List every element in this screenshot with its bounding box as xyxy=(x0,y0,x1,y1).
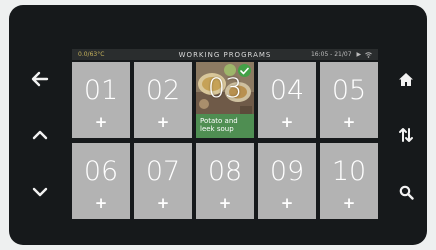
sort-button[interactable] xyxy=(389,118,423,152)
add-program-icon: + xyxy=(342,113,356,131)
sort-arrows-icon xyxy=(399,128,413,142)
program-number: 10 xyxy=(331,156,367,187)
back-button[interactable] xyxy=(23,62,57,96)
add-program-icon: + xyxy=(342,194,356,212)
program-tile-04[interactable]: 04 + xyxy=(258,62,316,138)
search-icon xyxy=(399,185,414,200)
scroll-up-button[interactable] xyxy=(23,118,57,152)
add-program-icon: + xyxy=(280,113,294,131)
program-grid: 01 + 02 + 03 Potato and leek soup 04 + 0… xyxy=(72,62,378,219)
status-bar: 0.0/63°C WORKING PROGRAMS 16:05 - 21/07 … xyxy=(72,49,378,60)
program-number: 06 xyxy=(83,156,119,187)
add-program-icon: + xyxy=(218,194,232,212)
status-right-group: 16:05 - 21/07 ▶ xyxy=(311,51,372,58)
program-tile-01[interactable]: 01 + xyxy=(72,62,130,138)
program-tile-07[interactable]: 07 + xyxy=(134,143,192,219)
program-number: 03 xyxy=(207,73,243,104)
arrow-left-icon xyxy=(31,71,49,87)
program-tile-02[interactable]: 02 + xyxy=(134,62,192,138)
datetime-readout: 16:05 - 21/07 xyxy=(310,51,352,58)
program-number: 01 xyxy=(83,75,119,106)
program-tile-08[interactable]: 08 + xyxy=(196,143,254,219)
add-program-icon: + xyxy=(94,113,108,131)
chevron-up-icon xyxy=(32,130,48,140)
wifi-icon xyxy=(365,51,372,58)
chevron-down-icon xyxy=(32,187,48,197)
search-button[interactable] xyxy=(389,175,423,209)
add-program-icon: + xyxy=(156,194,170,212)
home-button[interactable] xyxy=(389,62,423,96)
program-number: 04 xyxy=(269,75,305,106)
program-tile-03[interactable]: 03 Potato and leek soup xyxy=(196,62,254,138)
program-name: Potato and leek soup xyxy=(196,114,254,138)
program-number: 05 xyxy=(331,75,367,106)
add-program-icon: + xyxy=(280,194,294,212)
play-icon: ▶ xyxy=(356,51,362,58)
home-icon xyxy=(399,72,413,86)
program-tile-06[interactable]: 06 + xyxy=(72,143,130,219)
program-tile-10[interactable]: 10 + xyxy=(320,143,378,219)
program-number: 02 xyxy=(145,75,181,106)
add-program-icon: + xyxy=(156,113,170,131)
program-tile-05[interactable]: 05 + xyxy=(320,62,378,138)
scroll-down-button[interactable] xyxy=(23,175,57,209)
program-number: 08 xyxy=(207,156,243,187)
add-program-icon: + xyxy=(94,194,108,212)
program-number: 09 xyxy=(269,156,305,187)
program-tile-09[interactable]: 09 + xyxy=(258,143,316,219)
program-number: 07 xyxy=(145,156,181,187)
